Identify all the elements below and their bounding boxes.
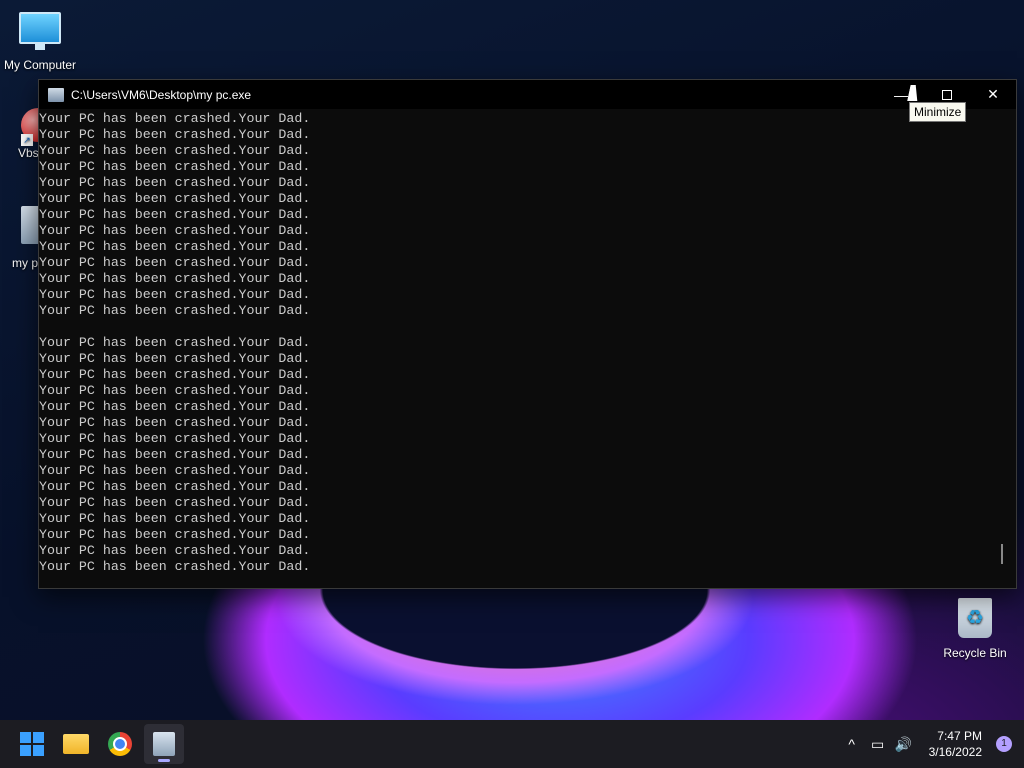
shortcut-arrow-icon: ↗ — [21, 134, 33, 146]
chrome-icon — [108, 732, 132, 756]
console-window[interactable]: C:\Users\VM6\Desktop\my pc.exe — ✕ Your … — [38, 79, 1017, 589]
start-icon — [20, 732, 44, 756]
recycle-bin-icon: ♻ — [958, 598, 992, 638]
console-app-icon — [48, 87, 64, 102]
system-tray: ^ ▭ 🔊 7:47 PM 3/16/2022 1 — [839, 720, 1024, 768]
clock-time: 7:47 PM — [937, 729, 982, 743]
chrome-button[interactable] — [100, 724, 140, 764]
console-output[interactable]: Your PC has been crashed.Your Dad. Your … — [39, 111, 999, 581]
start-button[interactable] — [12, 724, 52, 764]
notification-badge[interactable]: 1 — [996, 736, 1012, 752]
file-explorer-icon — [63, 734, 89, 754]
maximize-icon — [942, 89, 952, 100]
close-button[interactable]: ✕ — [970, 80, 1016, 109]
desktop-icon-my-computer[interactable]: My Computer — [0, 12, 80, 72]
my-pc-app-icon — [153, 732, 175, 756]
desktop-icon-label: My Computer — [3, 58, 77, 72]
window-title: C:\Users\VM6\Desktop\my pc.exe — [71, 87, 252, 102]
network-icon[interactable]: ▭ — [865, 736, 891, 753]
scroll-thumb[interactable] — [1001, 544, 1003, 564]
minimize-tooltip: Minimize — [909, 102, 967, 122]
taskbar: ^ ▭ 🔊 7:47 PM 3/16/2022 1 — [0, 720, 1024, 768]
clock-date: 3/16/2022 — [928, 745, 982, 759]
desktop-icon-recycle-bin[interactable]: ♻ Recycle Bin — [935, 598, 1015, 660]
desktop-icon-label: Recycle Bin — [943, 646, 1007, 660]
window-titlebar[interactable]: C:\Users\VM6\Desktop\my pc.exe — ✕ — [39, 80, 1016, 109]
chevron-up-icon[interactable]: ^ — [839, 736, 865, 752]
file-explorer-button[interactable] — [56, 724, 96, 764]
clock[interactable]: 7:47 PM 3/16/2022 — [929, 728, 982, 760]
volume-icon[interactable]: 🔊 — [891, 736, 917, 753]
monitor-icon — [19, 12, 61, 50]
my-pc-taskbar-button[interactable] — [144, 724, 184, 764]
vertical-scrollbar[interactable] — [998, 112, 1008, 582]
